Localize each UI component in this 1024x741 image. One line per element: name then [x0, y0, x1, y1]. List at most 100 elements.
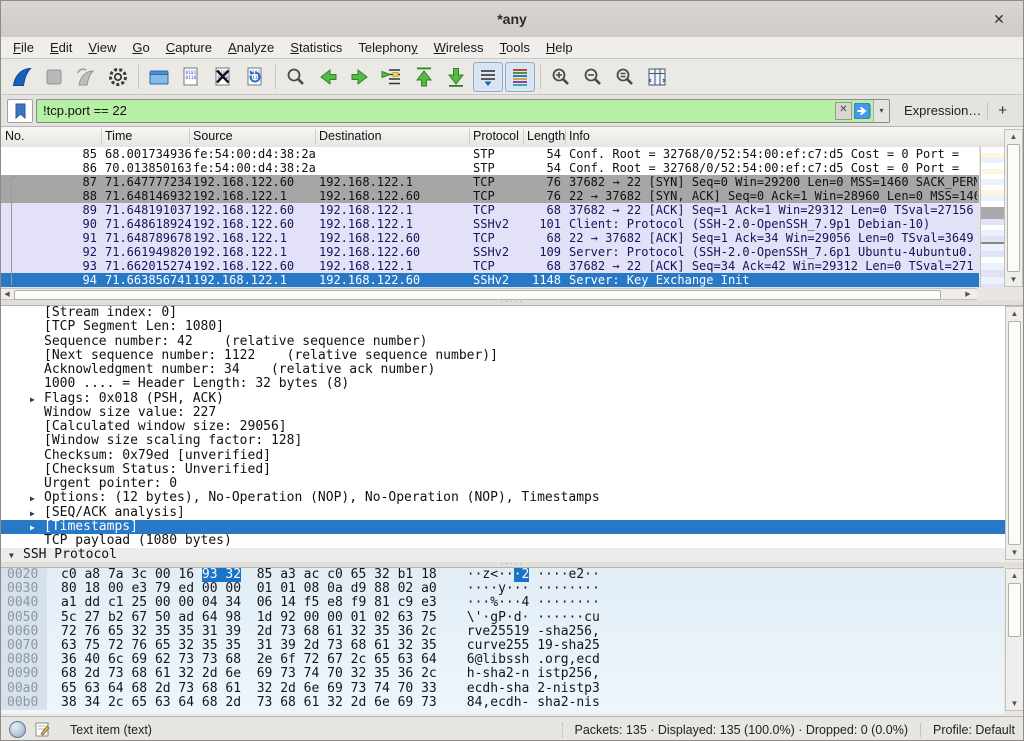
hex-row-0040[interactable]: 0040a1 dd c1 25 00 00 04 34 06 14 f5 e8 …: [1, 596, 1004, 610]
detail-line[interactable]: ▶[SEQ/ACK analysis]: [1, 506, 1023, 520]
column-header-length[interactable]: Length: [527, 127, 565, 146]
detail-line[interactable]: [Stream index: 0]: [1, 306, 1023, 320]
scroll-right-icon[interactable]: ▶: [962, 289, 974, 300]
detail-line[interactable]: Sequence number: 42 (relative sequence n…: [1, 335, 1023, 349]
capture-comment-icon[interactable]: [35, 722, 50, 737]
column-separator[interactable]: [565, 129, 566, 144]
filter-apply-icon[interactable]: [854, 103, 871, 119]
go-top-button[interactable]: [409, 62, 439, 92]
menu-capture[interactable]: Capture: [158, 37, 220, 58]
restart-capture-button[interactable]: [71, 62, 101, 92]
collapsed-arrow-icon[interactable]: ▶: [30, 492, 44, 505]
go-to-packet-button[interactable]: [377, 62, 407, 92]
column-header-no[interactable]: No.: [5, 127, 24, 146]
menu-file[interactable]: File: [5, 37, 42, 58]
menu-help[interactable]: Help: [538, 37, 581, 58]
zoom-in-button[interactable]: [546, 62, 576, 92]
hex-row-0080[interactable]: 008036 40 6c 69 62 73 73 68 2e 6f 72 67 …: [1, 653, 1004, 667]
packet-row-87[interactable]: 8771.647777234192.168.122.60192.168.122.…: [1, 175, 979, 189]
save-file-button[interactable]: 01010110: [176, 62, 206, 92]
hex-row-0070[interactable]: 007063 75 72 76 65 32 35 35 31 39 2d 73 …: [1, 639, 1004, 653]
detail-line[interactable]: Acknowledgment number: 34 (relative ack …: [1, 363, 1023, 377]
scrollbar-thumb[interactable]: [1008, 583, 1021, 637]
find-packet-button[interactable]: [281, 62, 311, 92]
zoom-reset-button[interactable]: [610, 62, 640, 92]
menu-tools[interactable]: Tools: [492, 37, 538, 58]
detail-line[interactable]: [Window size scaling factor: 128]: [1, 434, 1023, 448]
column-separator[interactable]: [189, 129, 190, 144]
column-separator[interactable]: [469, 129, 470, 144]
hex-row-00b0[interactable]: 00b038 34 2c 65 63 64 68 2d 73 68 61 32 …: [1, 696, 1004, 710]
status-profile[interactable]: Profile: Default: [920, 723, 1015, 737]
packet-list-vertical-scrollbar[interactable]: ▲ ▼: [1004, 129, 1023, 287]
hex-dump-pane[interactable]: 0020c0 a8 7a 3c 00 16 93 32 85 a3 ac c0 …: [1, 567, 1004, 714]
close-file-button[interactable]: 01010110: [208, 62, 238, 92]
packet-row-94[interactable]: 9471.663856741192.168.122.1192.168.122.6…: [1, 273, 979, 287]
column-separator[interactable]: [315, 129, 316, 144]
hex-row-00a0[interactable]: 00a065 63 64 68 2d 73 68 61 32 2d 6e 69 …: [1, 682, 1004, 696]
menu-wireless[interactable]: Wireless: [426, 37, 492, 58]
filter-bookmark-button[interactable]: [7, 99, 33, 123]
detail-line[interactable]: 1000 .... = Header Length: 32 bytes (8): [1, 377, 1023, 391]
auto-scroll-button[interactable]: [473, 62, 503, 92]
hex-row-0090[interactable]: 009068 2d 73 68 61 32 2d 6e 69 73 74 70 …: [1, 667, 1004, 681]
scroll-up-icon[interactable]: ▲: [1006, 307, 1023, 320]
detail-line[interactable]: [Next sequence number: 1122 (relative se…: [1, 349, 1023, 363]
detail-line[interactable]: ▶Options: (12 bytes), No-Operation (NOP)…: [1, 491, 1023, 505]
scroll-up-icon[interactable]: ▲: [1006, 569, 1023, 582]
scrollbar-thumb[interactable]: [14, 290, 941, 300]
packet-row-89[interactable]: 8971.648191037192.168.122.60192.168.122.…: [1, 203, 979, 217]
packet-row-90[interactable]: 9071.648618924192.168.122.60192.168.122.…: [1, 217, 979, 231]
packet-row-93[interactable]: 9371.662015274192.168.122.60192.168.122.…: [1, 259, 979, 273]
scroll-left-icon[interactable]: ◀: [1, 289, 13, 300]
scroll-down-icon[interactable]: ▼: [1006, 546, 1023, 559]
start-capture-button[interactable]: [7, 62, 37, 92]
menu-analyze[interactable]: Analyze: [220, 37, 282, 58]
scroll-up-icon[interactable]: ▲: [1005, 130, 1022, 143]
column-header-destination[interactable]: Destination: [319, 127, 382, 146]
go-bottom-button[interactable]: [441, 62, 471, 92]
detail-line[interactable]: TCP payload (1080 bytes): [1, 534, 1023, 548]
details-vertical-scrollbar[interactable]: ▲ ▼: [1005, 306, 1024, 560]
detail-line[interactable]: Checksum: 0x79ed [unverified]: [1, 449, 1023, 463]
detail-line[interactable]: Urgent pointer: 0: [1, 477, 1023, 491]
reload-file-button[interactable]: 01010110: [240, 62, 270, 92]
detail-line[interactable]: [TCP Segment Len: 1080]: [1, 320, 1023, 334]
collapsed-arrow-icon[interactable]: ▶: [30, 521, 44, 534]
detail-line[interactable]: ▶Flags: 0x018 (PSH, ACK): [1, 392, 1023, 406]
column-header-info[interactable]: Info: [569, 127, 590, 146]
menu-view[interactable]: View: [80, 37, 124, 58]
colorize-button[interactable]: [505, 62, 535, 92]
packet-row-86[interactable]: 8670.013850163fe:54:00:d4:38:2aSTP54Conf…: [1, 161, 979, 175]
column-header-protocol[interactable]: Protocol: [473, 127, 519, 146]
scrollbar-thumb[interactable]: [1007, 144, 1020, 272]
filter-clear-icon[interactable]: ✕: [835, 102, 852, 120]
expanded-arrow-icon[interactable]: ▼: [9, 549, 23, 562]
hex-vertical-scrollbar[interactable]: ▲ ▼: [1005, 568, 1024, 711]
stop-capture-button[interactable]: [39, 62, 69, 92]
menu-telephony[interactable]: Telephony: [350, 37, 425, 58]
column-separator[interactable]: [101, 129, 102, 144]
packet-list-minimap[interactable]: [980, 147, 1005, 287]
filter-dropdown-icon[interactable]: ▾: [873, 100, 889, 122]
detail-line[interactable]: ▶[Timestamps]: [1, 520, 1023, 534]
display-filter-input[interactable]: [37, 100, 835, 122]
expression-button[interactable]: Expression…: [904, 103, 981, 118]
collapsed-arrow-icon[interactable]: ▶: [30, 393, 44, 406]
menu-statistics[interactable]: Statistics: [282, 37, 350, 58]
detail-line[interactable]: Window size value: 227: [1, 406, 1023, 420]
collapsed-arrow-icon[interactable]: ▶: [30, 507, 44, 520]
zoom-out-button[interactable]: [578, 62, 608, 92]
scroll-down-icon[interactable]: ▼: [1005, 273, 1022, 286]
menu-go[interactable]: Go: [124, 37, 157, 58]
resize-columns-button[interactable]: [642, 62, 672, 92]
hex-row-0020[interactable]: 0020c0 a8 7a 3c 00 16 93 32 85 a3 ac c0 …: [1, 568, 1004, 582]
expert-info-icon[interactable]: [9, 721, 26, 738]
packet-list-horizontal-scrollbar[interactable]: ◀ ▶: [1, 288, 977, 300]
detail-line[interactable]: [Checksum Status: Unverified]: [1, 463, 1023, 477]
go-back-button[interactable]: [313, 62, 343, 92]
packet-row-85[interactable]: 8568.001734936fe:54:00:d4:38:2aSTP54Conf…: [1, 147, 979, 161]
packet-row-88[interactable]: 8871.648146932192.168.122.1192.168.122.6…: [1, 189, 979, 203]
packet-list-header[interactable]: No.TimeSourceDestinationProtocolLengthIn…: [1, 127, 1023, 148]
packet-row-91[interactable]: 9171.648789678192.168.122.1192.168.122.6…: [1, 231, 979, 245]
